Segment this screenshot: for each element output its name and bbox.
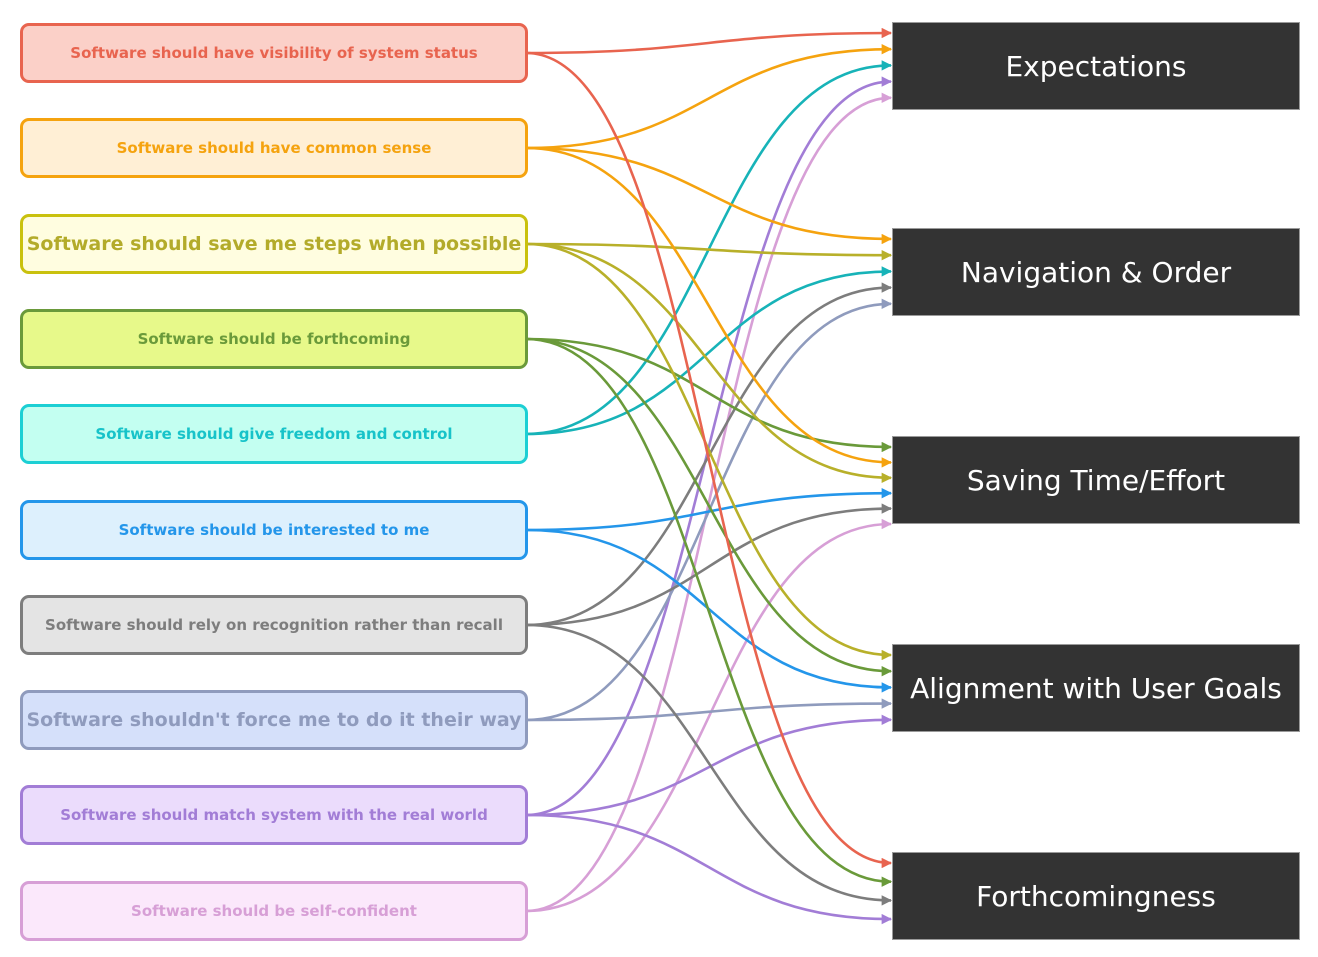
edge-s4-to-t1	[525, 266, 893, 436]
edge-s9-to-t2	[525, 518, 893, 913]
source-node-s5[interactable]: Software should be interested to me	[20, 500, 528, 560]
target-node-t4[interactable]: Forthcomingness	[892, 852, 1300, 940]
edge-s5-to-t2	[525, 488, 893, 532]
target-node-label: Saving Time/Effort	[966, 463, 1226, 497]
edge-s3-to-t4	[525, 337, 893, 887]
edge-s0-to-t0	[525, 27, 893, 55]
edge-s4-to-t0	[525, 60, 893, 436]
edge-s1-to-t2	[525, 146, 893, 468]
edge-s2-to-t3	[525, 242, 893, 661]
source-node-s3[interactable]: Software should be forthcoming	[20, 309, 528, 369]
target-node-t1[interactable]: Navigation & Order	[892, 228, 1300, 316]
edge-s8-to-t0	[525, 76, 893, 817]
edge-s2-to-t1	[525, 242, 893, 261]
source-node-s7[interactable]: Software shouldn't force me to do it the…	[20, 690, 528, 750]
source-node-s2[interactable]: Software should save me steps when possi…	[20, 214, 528, 274]
edge-s3-to-t3	[525, 337, 893, 677]
source-node-label: Software should have visibility of syste…	[70, 44, 478, 62]
edge-s8-to-t4	[525, 813, 893, 925]
edge-s1-to-t0	[525, 44, 893, 150]
source-node-label: Software should save me steps when possi…	[26, 233, 522, 255]
source-node-label: Software should have common sense	[116, 139, 432, 157]
edge-s5-to-t3	[525, 528, 893, 693]
source-node-s0[interactable]: Software should have visibility of syste…	[20, 23, 528, 83]
source-node-label: Software should be forthcoming	[137, 330, 411, 348]
source-node-label: Software should be interested to me	[118, 521, 430, 539]
target-node-t3[interactable]: Alignment with User Goals	[892, 644, 1300, 732]
edge-s7-to-t3	[525, 698, 893, 722]
edge-s2-to-t2	[525, 242, 893, 483]
source-node-label: Software should give freedom and control	[95, 425, 453, 443]
source-node-label: Software shouldn't force me to do it the…	[26, 709, 522, 731]
edge-s3-to-t2	[525, 337, 893, 453]
edge-s0-to-t4	[525, 51, 893, 869]
edge-s1-to-t1	[525, 146, 893, 245]
source-node-s9[interactable]: Software should be self-confident	[20, 881, 528, 941]
edge-s7-to-t1	[525, 298, 893, 722]
edge-s9-to-t0	[525, 92, 893, 913]
source-node-s1[interactable]: Software should have common sense	[20, 118, 528, 178]
target-node-label: Navigation & Order	[960, 255, 1232, 289]
source-node-s8[interactable]: Software should match system with the re…	[20, 785, 528, 845]
source-node-s6[interactable]: Software should rely on recognition rath…	[20, 595, 528, 655]
edge-s6-to-t4	[525, 623, 893, 906]
target-node-t0[interactable]: Expectations	[892, 22, 1300, 110]
target-node-label: Forthcomingness	[976, 879, 1216, 913]
source-node-label: Software should be self-confident	[131, 902, 417, 920]
target-node-t2[interactable]: Saving Time/Effort	[892, 436, 1300, 524]
edge-s6-to-t1	[525, 282, 893, 627]
source-node-s4[interactable]: Software should give freedom and control	[20, 404, 528, 464]
target-node-label: Alignment with User Goals	[910, 671, 1282, 705]
target-node-label: Expectations	[1005, 49, 1187, 83]
edge-s8-to-t3	[525, 714, 893, 817]
source-node-label: Software should rely on recognition rath…	[45, 616, 503, 634]
edge-s6-to-t2	[525, 503, 893, 627]
source-node-label: Software should match system with the re…	[60, 806, 488, 824]
